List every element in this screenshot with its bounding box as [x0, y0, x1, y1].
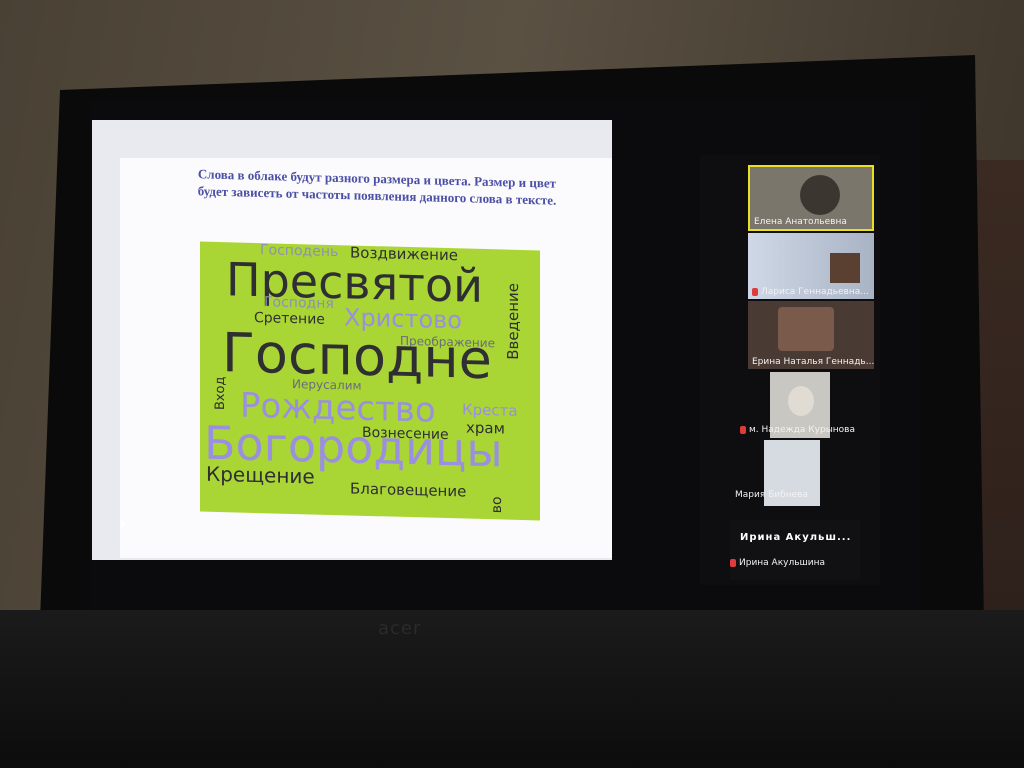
participant-tile[interactable]: Ирина Акульш... Ирина Акульшина — [730, 520, 860, 580]
cloud-word: Благовещение — [350, 479, 467, 501]
participant-tile[interactable]: Елена Анатольевна — [748, 165, 874, 231]
cloud-word: Крещение — [206, 461, 315, 489]
cloud-word: Креста — [462, 400, 518, 420]
word-cloud: Господень Воздвижение Пресвятой Господня… — [200, 241, 540, 521]
mouse-cursor — [121, 520, 126, 528]
participant-name: Ирина Акульшина — [739, 558, 826, 568]
participant-name: Ерина Наталья Геннадь... — [752, 357, 874, 367]
participant-video — [800, 175, 840, 215]
participant-tile[interactable]: Лариса Геннадьевна... — [748, 233, 874, 299]
participant-video — [788, 386, 814, 416]
participant-name: Мария Бибнева — [735, 490, 808, 500]
muted-mic-icon — [740, 425, 746, 434]
cloud-word: Господня — [264, 294, 334, 313]
participant-video — [778, 307, 834, 351]
cloud-word: во — [489, 496, 505, 514]
muted-mic-icon — [752, 287, 758, 296]
laptop-brand-logo: acer — [378, 618, 422, 639]
participant-tile[interactable]: Ерина Наталья Геннадь... — [748, 301, 874, 369]
participant-video — [830, 253, 860, 283]
participant-name: м. Надежда Курынова — [749, 425, 856, 435]
muted-mic-icon — [730, 558, 736, 567]
cloud-word: Введение — [504, 282, 522, 360]
participant-display-name: Ирина Акульш... — [740, 532, 852, 543]
participant-name: Елена Анатольевна — [754, 217, 847, 227]
cloud-word: Вход — [213, 376, 228, 411]
participant-name: Лариса Геннадьевна... — [761, 287, 869, 297]
laptop-keyboard-area — [0, 610, 1024, 768]
